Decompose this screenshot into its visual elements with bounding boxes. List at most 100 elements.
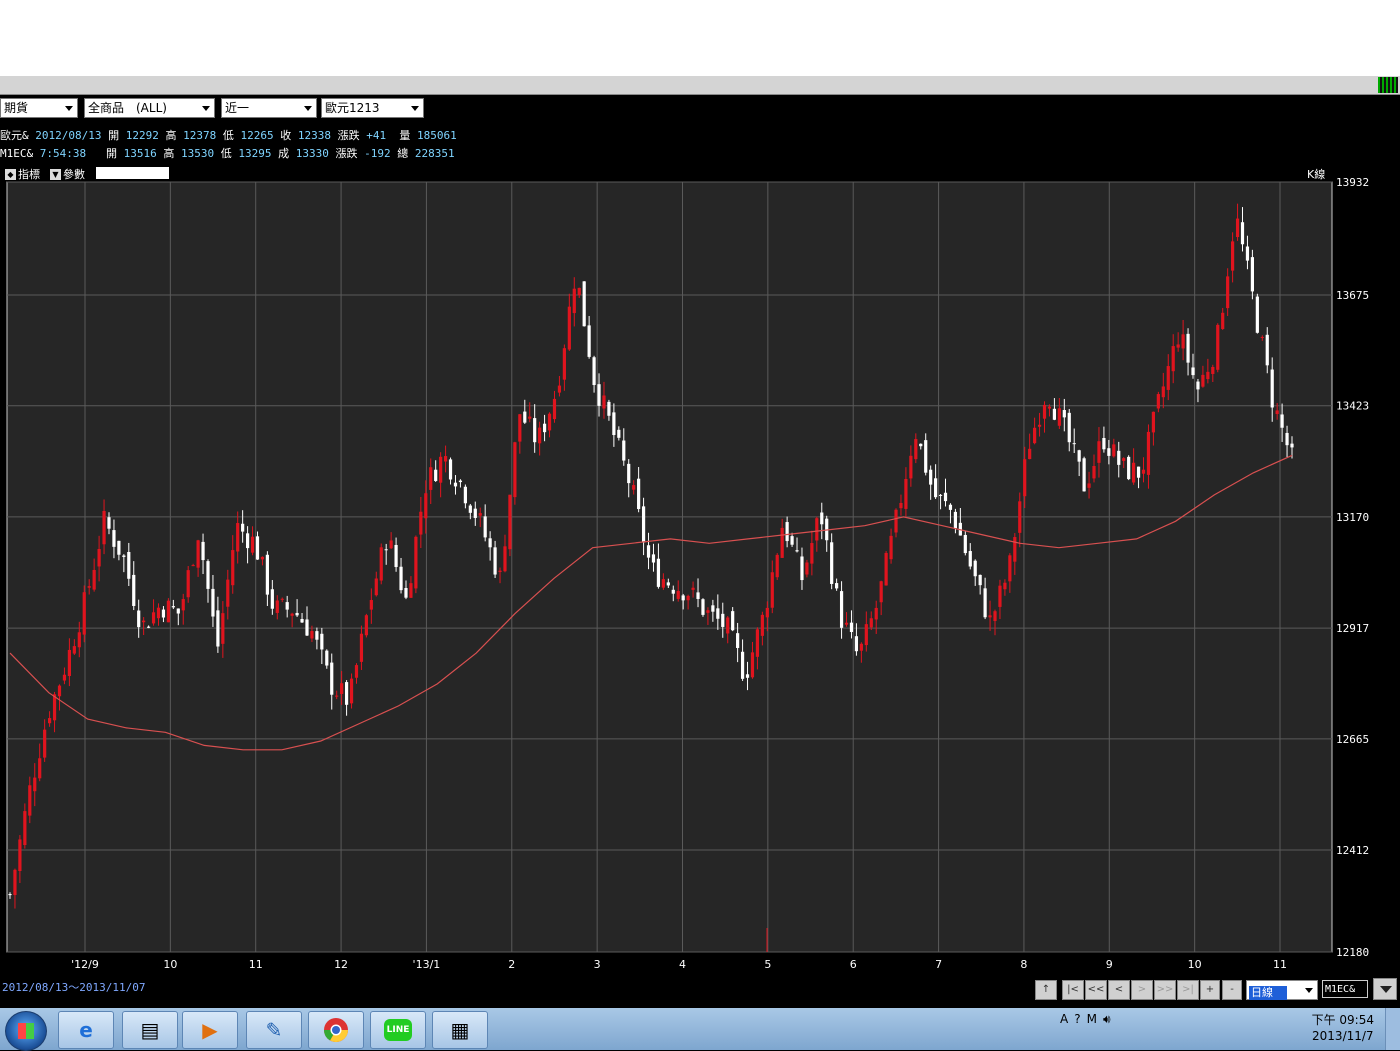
show-desktop-button[interactable]: [1385, 1008, 1400, 1050]
candle-body: [755, 629, 760, 657]
candle-body: [1102, 438, 1106, 450]
candle-body: [1057, 408, 1061, 426]
candle-body: [270, 589, 274, 609]
ie-icon[interactable]: e: [58, 1011, 114, 1049]
candle-body: [765, 607, 769, 618]
quote1-high-label: 高: [165, 129, 177, 142]
candle-body: [1127, 456, 1131, 480]
quote1-open-label: 開: [108, 129, 120, 142]
nav-next-button[interactable]: >: [1131, 980, 1153, 1000]
candle-body: [641, 506, 646, 543]
symbol-input[interactable]: M1EC&: [1322, 980, 1368, 998]
candle-body: [716, 608, 720, 619]
range-select[interactable]: 近一: [221, 98, 317, 118]
nav-prev-button[interactable]: <: [1108, 980, 1130, 1000]
nav-prev-page-button[interactable]: <<: [1085, 980, 1107, 1000]
candle-body: [1132, 462, 1136, 483]
candle-body: [627, 463, 631, 484]
candle-body: [547, 413, 552, 431]
nav-next-page-button[interactable]: >>: [1154, 980, 1176, 1000]
market-select[interactable]: 期貨: [0, 98, 78, 118]
y-tick-label: 12665: [1336, 733, 1369, 746]
candle-body: [364, 615, 368, 636]
chevron-down-icon: [65, 106, 73, 111]
line-icon[interactable]: LINE: [370, 1011, 426, 1049]
clock-date: 2013/11/7: [1312, 1029, 1374, 1043]
candle-body: [414, 536, 418, 589]
candle-body: [260, 556, 265, 560]
candle-body: [924, 440, 928, 473]
volume-icon[interactable]: 🔊︎: [1103, 1012, 1111, 1027]
product-select[interactable]: 全商品 (ALL): [84, 98, 215, 118]
candle-body: [1171, 346, 1175, 372]
candle-body: [1280, 414, 1284, 428]
candle-body: [176, 608, 180, 614]
candle-body: [562, 348, 566, 380]
candle-body: [389, 540, 393, 549]
candle-body: [226, 579, 230, 607]
candle-body: [711, 605, 715, 612]
candle-body: [285, 602, 289, 610]
candle-body: [943, 492, 948, 502]
candle-body: [622, 440, 626, 461]
tray-help-icon[interactable]: ?: [1074, 1012, 1080, 1027]
explorer-icon[interactable]: ▤: [122, 1011, 178, 1049]
calculator-icon[interactable]: ▦: [432, 1011, 488, 1049]
candle-body: [780, 527, 784, 558]
candle-body: [171, 606, 175, 608]
candle-body: [191, 565, 195, 567]
candle-body: [216, 610, 220, 647]
candle-body: [161, 609, 166, 618]
candle-body: [320, 633, 324, 650]
x-tick-label: 12: [334, 958, 348, 971]
quote1-low: 12265: [240, 129, 274, 142]
y-tick-label: 12180: [1336, 946, 1369, 959]
media-player-icon[interactable]: ▶: [182, 1011, 238, 1049]
candle-body: [1221, 312, 1225, 329]
candle-body: [77, 632, 81, 648]
start-button[interactable]: [5, 1011, 47, 1051]
period-select[interactable]: 日線: [1246, 980, 1318, 1000]
nav-first-button[interactable]: |<: [1062, 980, 1084, 1000]
chrome-icon[interactable]: [308, 1011, 364, 1049]
clock[interactable]: 下午 09:54 2013/11/7: [1312, 1012, 1374, 1044]
chevron-down-icon: [304, 106, 312, 111]
candle-body: [1112, 444, 1116, 457]
candle-body: [963, 534, 967, 554]
candle-body: [1245, 246, 1250, 261]
candle-body: [1201, 374, 1205, 387]
candle-body: [47, 718, 52, 724]
tray-icon[interactable]: A: [1060, 1012, 1068, 1027]
quote2-low: 13295: [238, 147, 272, 160]
candle-body: [498, 570, 502, 572]
nav-last-button[interactable]: >|: [1177, 980, 1199, 1000]
quote1-vol: 185061: [416, 129, 457, 142]
quote1-high: 12378: [183, 129, 217, 142]
candle-body: [478, 513, 482, 516]
candle-body: [1265, 334, 1269, 366]
candle-body: [92, 569, 96, 590]
candle-body: [879, 581, 883, 603]
chevron-down-icon: [1305, 988, 1313, 993]
candle-body: [493, 547, 497, 575]
candle-body: [869, 618, 873, 628]
paint-icon[interactable]: ✎: [246, 1011, 302, 1049]
up-button[interactable]: ↑: [1035, 980, 1057, 1000]
candle-body: [483, 516, 487, 538]
candle-body: [1077, 450, 1081, 462]
scroll-down-button[interactable]: [1373, 978, 1397, 1000]
quote2-vol-label: 總: [397, 147, 409, 160]
candle-body: [1166, 366, 1170, 390]
x-tick-label: 11: [1273, 958, 1287, 971]
x-tick-label: 9: [1106, 958, 1113, 971]
candle-body: [617, 429, 621, 438]
candle-body: [97, 549, 101, 567]
candle-body: [166, 600, 170, 623]
zoom-out-button[interactable]: -: [1222, 980, 1242, 1000]
candle-body: [983, 588, 987, 618]
tray-shield-icon[interactable]: M: [1087, 1012, 1097, 1027]
quote1-date: 2012/08/13: [35, 129, 102, 142]
contract-select[interactable]: 歐元1213: [321, 98, 424, 118]
zoom-in-button[interactable]: +: [1200, 980, 1220, 1000]
candle-body: [1290, 443, 1294, 448]
